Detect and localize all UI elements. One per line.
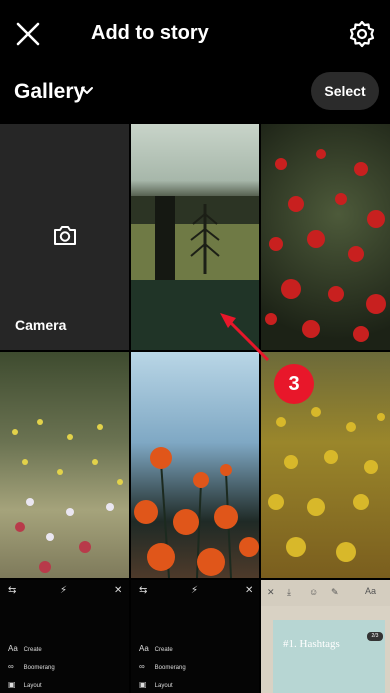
gallery-photo-red-poppies[interactable] bbox=[261, 124, 390, 350]
flash-off-icon: ⚡ bbox=[191, 585, 199, 596]
top-bar: Add to story bbox=[0, 0, 390, 70]
hashtag-card bbox=[273, 620, 385, 693]
close-icon bbox=[16, 22, 40, 46]
aa-icon: Aa bbox=[139, 644, 149, 653]
chevron-down-icon[interactable] bbox=[80, 86, 94, 96]
menu-layout: ▣ Layout bbox=[139, 680, 173, 689]
hashtag-text: #1. Hashtags bbox=[283, 638, 340, 650]
mini-toolbar: ⇆ ⚡ ✕ bbox=[131, 580, 259, 602]
menu-layout: ▣ Layout bbox=[8, 680, 42, 689]
gallery-screenshot-story-menu-1[interactable]: ⇆ ⚡ ✕ Aa Create ∞ Boomerang ▣ Layout bbox=[0, 580, 129, 693]
layout-icon: ▣ bbox=[139, 680, 147, 689]
gear-icon bbox=[349, 20, 375, 48]
poppies-photo bbox=[265, 149, 386, 342]
orange-poppies-photo bbox=[134, 447, 259, 578]
gallery-screenshot-hashtags[interactable]: ✕ ⤓ ☺ ✎ Aa #1. Hashtags 2/3 bbox=[261, 580, 390, 693]
infinity-icon: ∞ bbox=[8, 662, 14, 671]
close-button[interactable] bbox=[14, 20, 42, 48]
wildflowers-photo bbox=[12, 419, 123, 573]
step-badge: 3 bbox=[274, 364, 314, 404]
close-icon: ✕ bbox=[267, 587, 275, 597]
layout-icon: ▣ bbox=[8, 680, 16, 689]
gallery-photo-wildflowers[interactable] bbox=[0, 352, 129, 578]
camera-label: Camera bbox=[15, 317, 67, 333]
menu-boomerang: ∞ Boomerang bbox=[139, 662, 186, 671]
plant-photo bbox=[131, 196, 259, 350]
mini-toolbar: ✕ ⤓ ☺ ✎ Aa bbox=[261, 580, 390, 606]
aa-icon: Aa bbox=[8, 644, 18, 653]
infinity-icon: ∞ bbox=[139, 662, 145, 671]
gallery-photo-plant[interactable] bbox=[131, 124, 259, 350]
close-icon: ✕ bbox=[114, 585, 123, 596]
gallery-dropdown[interactable]: Gallery bbox=[14, 80, 85, 104]
swap-icon: ⇆ bbox=[139, 585, 148, 596]
camera-tile[interactable]: Camera bbox=[0, 124, 129, 350]
sticker-icon: ☺ bbox=[309, 587, 319, 597]
select-button[interactable]: Select bbox=[311, 72, 379, 110]
mini-toolbar: ⇆ ⚡ ✕ bbox=[0, 580, 129, 602]
draw-icon: ✎ bbox=[331, 587, 339, 597]
camera-icon bbox=[54, 226, 76, 245]
close-icon: ✕ bbox=[245, 585, 254, 596]
aa-icon: Aa bbox=[365, 586, 377, 596]
menu-create: Aa Create bbox=[8, 644, 42, 653]
page-indicator: 2/3 bbox=[367, 632, 383, 641]
menu-create: Aa Create bbox=[139, 644, 173, 653]
page-title: Add to story bbox=[91, 22, 209, 44]
menu-boomerang: ∞ Boomerang bbox=[8, 662, 55, 671]
download-icon: ⤓ bbox=[287, 587, 291, 597]
settings-button[interactable] bbox=[348, 20, 376, 48]
gallery-screenshot-story-menu-2[interactable]: ⇆ ⚡ ✕ Aa Create ∞ Boomerang ▣ Layout bbox=[131, 580, 259, 693]
swap-icon: ⇆ bbox=[8, 585, 17, 596]
gallery-photo-orange-poppies[interactable] bbox=[131, 352, 259, 578]
flash-off-icon: ⚡ bbox=[60, 585, 68, 596]
gallery-row: Gallery Select bbox=[0, 72, 390, 112]
